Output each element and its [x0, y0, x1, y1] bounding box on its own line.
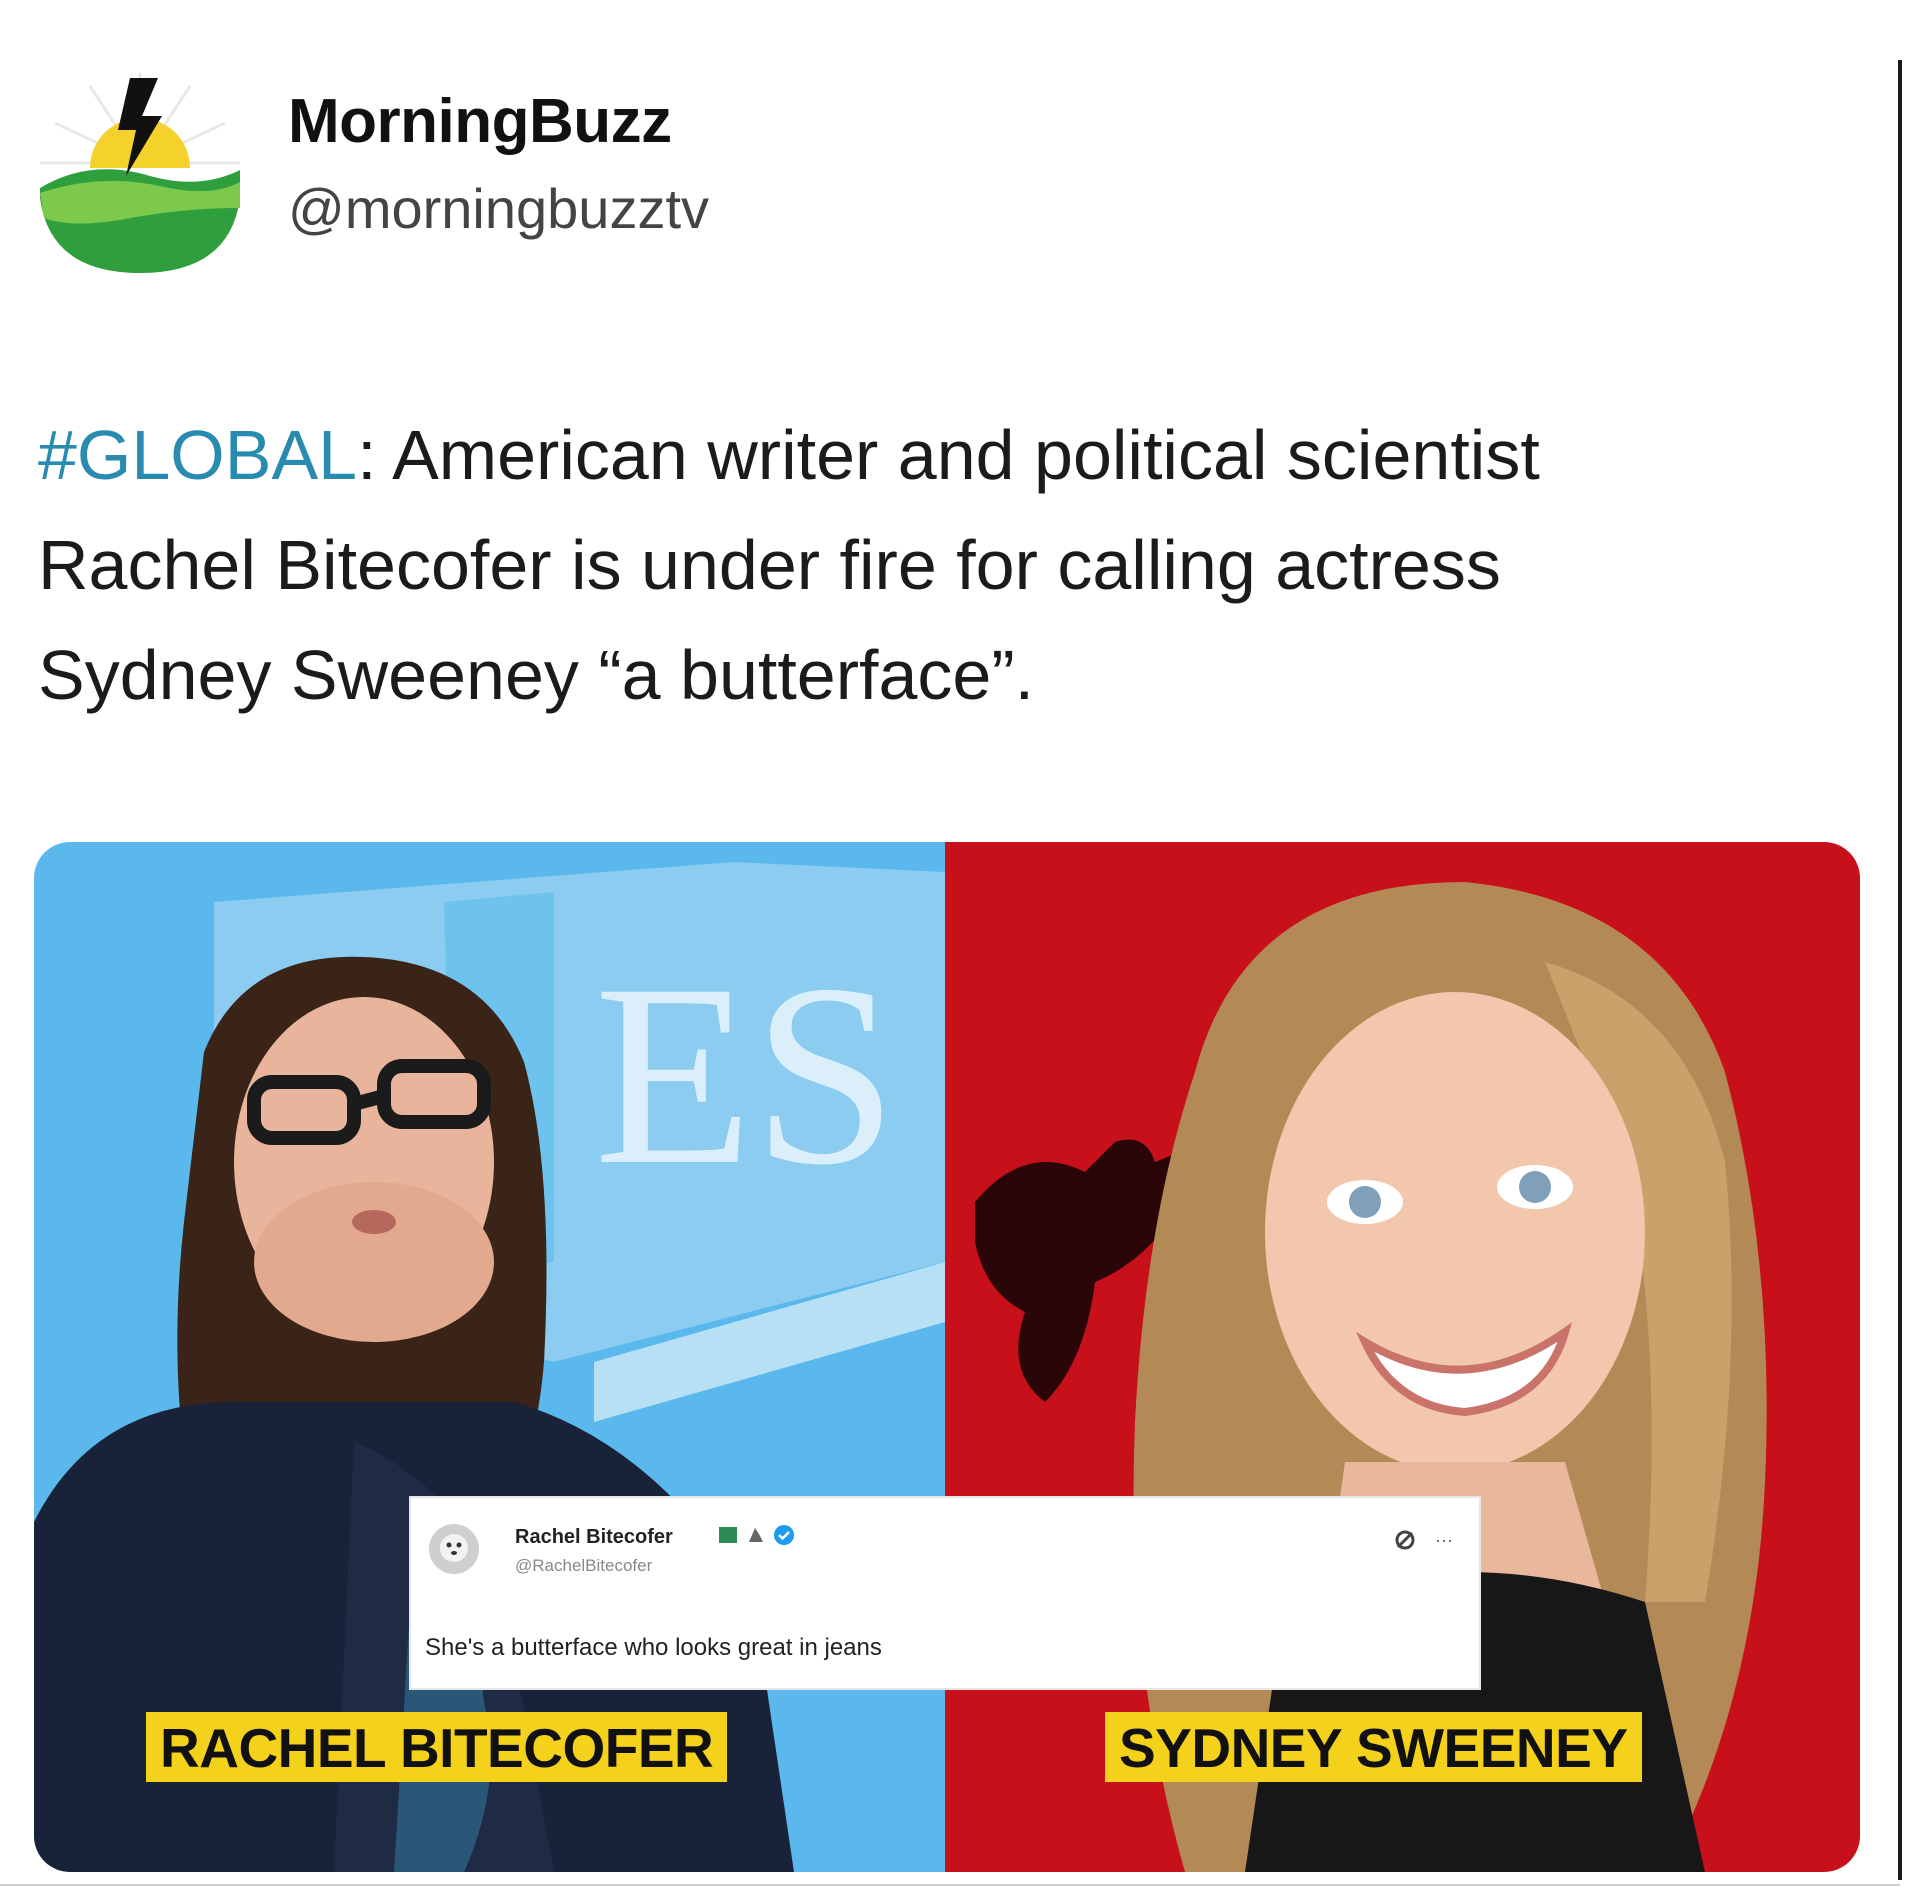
dog-avatar-icon [429, 1524, 479, 1574]
tweet-line-3: Sydney Sweeney “a butterface”. [38, 636, 1035, 714]
emoji-icon [749, 1528, 763, 1542]
quoted-tweet-text: She's a butterface who looks great in je… [425, 1634, 882, 1661]
morningbuzz-logo-icon [40, 73, 240, 273]
state-flag-icon [719, 1527, 737, 1543]
tweet-line-1-text: : American writer and political scientis… [357, 416, 1540, 494]
hashtag-link[interactable]: #GLOBAL [38, 416, 357, 494]
more-options-icon[interactable]: ··· [1435, 1530, 1453, 1551]
grok-icon[interactable] [1393, 1528, 1417, 1552]
verified-badge-icon [774, 1525, 794, 1545]
tweet-text: #GLOBAL: American writer and political s… [38, 400, 1868, 730]
right-border [1898, 60, 1902, 1880]
user-handle[interactable]: @morningbuzztv [288, 176, 709, 241]
svg-text:ES: ES [594, 931, 897, 1219]
display-name[interactable]: MorningBuzz [288, 86, 672, 157]
tweet-line-2: Rachel Bitecofer is under fire for calli… [38, 526, 1501, 604]
profile-avatar[interactable] [30, 58, 250, 278]
quoted-tweet-card[interactable]: Rachel Bitecofer @RachelBitecofer ··· Sh… [409, 1496, 1481, 1690]
quoted-tweet-handle[interactable]: @RachelBitecofer [515, 1556, 652, 1576]
bottom-divider [0, 1884, 1900, 1886]
quoted-tweet-badges [717, 1524, 795, 1546]
quoted-tweet-avatar[interactable] [429, 1524, 479, 1574]
right-name-label: SYDNEY SWEENEY [1105, 1712, 1642, 1782]
quoted-tweet-name[interactable]: Rachel Bitecofer [515, 1526, 673, 1549]
left-name-label: RACHEL BITECOFER [146, 1712, 728, 1782]
tweet-line-1: #GLOBAL: American writer and political s… [38, 400, 1868, 510]
quoted-tweet-actions: ··· [1393, 1528, 1453, 1552]
